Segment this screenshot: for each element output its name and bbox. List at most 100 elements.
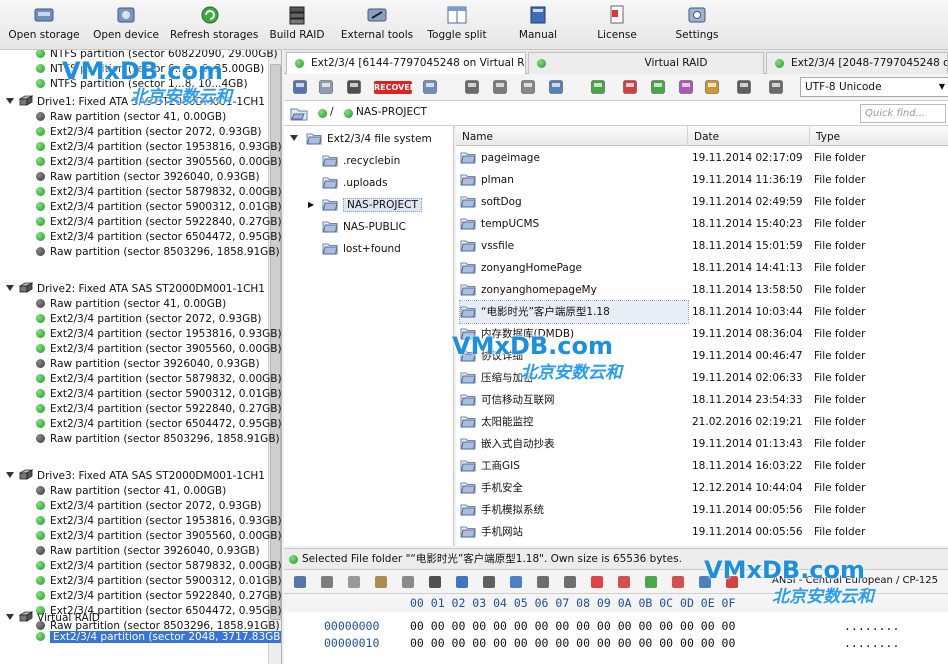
flag-icon[interactable] [589,574,605,590]
print-icon[interactable] [768,79,784,95]
build-raid-button[interactable]: Build RAID [257,4,337,41]
file-row[interactable]: 太阳能监控 21.02.2016 02:19:21 File folder [456,411,948,433]
file-row[interactable]: 手机网站 19.11.2014 00:05:56 File folder [456,521,948,543]
tree-partition[interactable]: Raw partition (sector 8503296, 1858.91GB… [36,432,280,447]
expand-arrow-icon[interactable] [6,472,14,478]
tree-virtual-raid[interactable]: Virtual RAID [0,611,100,626]
license-button[interactable]: License [577,4,657,41]
page2-icon[interactable] [670,574,686,590]
file-row[interactable]: tempUCMS 18.11.2014 15:40:23 File folder [456,213,948,235]
tree-partition[interactable]: Ext2/3/4 partition (sector 5900312, 0.01… [36,387,281,402]
folder-tree-item[interactable]: .uploads [322,173,388,193]
tree-partition[interactable]: Ext2/3/4 partition (sector 3905560, 0.00… [36,155,281,170]
tree-partition[interactable]: NTFS partition (sector 1...8, 10...4GB) [36,77,248,92]
tree-partition[interactable]: Ext2/3/4 partition (sector 5922840, 0.27… [36,589,281,604]
binoculars-icon[interactable] [427,574,443,590]
file-row[interactable]: vssfile 18.11.2014 15:01:59 File folder [456,235,948,257]
path-current[interactable]: NAS-PROJECT [356,106,427,118]
folder-tree[interactable]: Ext2/3/4 file system .recyclebin .uploads ▶… [284,126,454,546]
tree-partition[interactable]: Ext2/3/4 partition (sector 5922840, 0.27… [36,215,281,230]
settings-icon[interactable] [622,79,638,95]
folder-tree-item[interactable]: lost+found [322,239,401,259]
tree-partition[interactable]: Raw partition (sector 3926040, 0.93GB) [36,544,260,559]
copy-icon[interactable] [318,79,334,95]
export-icon[interactable] [643,574,659,590]
memory2-icon[interactable] [562,574,578,590]
tree-partition[interactable]: Raw partition (sector 41, 0.00GB) [36,110,226,125]
tree-partition[interactable]: Raw partition (sector 8503296, 1858.91GB… [36,245,280,260]
tree-partition[interactable]: Raw partition (sector 41, 0.00GB) [36,484,226,499]
refresh-storages-button[interactable]: Refresh storages [170,4,258,41]
tree-partition[interactable]: Ext2/3/4 partition (sector 2072, 0.93GB) [36,125,262,140]
tree-partition[interactable]: Ext2/3/4 partition (sector 1953816, 0.93… [36,514,281,529]
bookmark-icon[interactable] [508,574,524,590]
list-icon[interactable] [704,79,720,95]
encoding-select[interactable]: UTF-8 Unicode ▼ [800,77,948,97]
settings-button[interactable]: Settings [657,4,737,41]
tree-partition[interactable]: Ext2/3/4 partition (sector 5879832, 0.00… [36,185,281,200]
tree-partition[interactable]: NTFS partition (sector 6...2...6, 25.00G… [36,62,264,77]
file-list[interactable]: Name Date Type pageimage 19.11.2014 02:17… [456,126,948,546]
select-icon[interactable] [319,574,335,590]
folder-up-icon[interactable] [290,105,308,121]
file-row[interactable]: 可信移动互联网 18.11.2014 23:54:33 File folder [456,389,948,411]
back-icon[interactable] [464,79,480,95]
unknown-icon[interactable] [400,574,416,590]
tree-partition[interactable]: Ext2/3/4 partition (sector 3905560, 0.00… [36,342,281,357]
tree-partition[interactable]: Ext2/3/4 partition (sector 5879832, 0.00… [36,372,281,387]
tree-partition[interactable]: Ext2/3/4 partition (sector 1953816, 0.93… [36,327,281,342]
column-date[interactable]: Date [688,126,810,146]
tab[interactable]: Ext2/3/4 [2048-7797045248 on Vi [766,52,948,74]
quick-find-input[interactable]: Quick find... [860,104,946,123]
mark-icon[interactable] [590,79,606,95]
binoculars-icon[interactable] [346,79,362,95]
arrow-icon[interactable] [697,574,713,590]
save-icon[interactable] [292,79,308,95]
pen-icon[interactable] [724,574,740,590]
tree-partition[interactable]: Ext2/3/4 partition (sector 3905560, 0.00… [36,529,281,544]
folder-tree-item[interactable]: .recyclebin [322,151,400,171]
tree-partition[interactable]: Ext2/3/4 partition (sector 5879832, 0.00… [36,559,281,574]
tree-partition-selected[interactable]: Ext2/3/4 partition (sector 2048, 3717.83… [36,630,281,645]
panel-icon[interactable] [548,79,564,95]
copy-icon[interactable] [346,574,362,590]
file-row[interactable]: zonyanghomepageMy 18.11.2014 13:58:50 File… [456,279,948,301]
tab[interactable]: Ext2/3/4 [6144-7797045248 on Virtual R..… [286,52,526,74]
file-row[interactable]: softDog 19.11.2014 02:49:59 File folder [456,191,948,213]
page-icon[interactable] [616,574,632,590]
path-root[interactable]: / [330,106,334,118]
expand-arrow-icon[interactable] [290,135,298,141]
sphere-icon[interactable] [678,79,694,95]
file-row[interactable]: 压缩与加密 19.11.2014 02:06:33 File folder [456,367,948,389]
column-type[interactable]: Type [810,126,948,146]
tree-partition[interactable]: NTFS partition (sector 60822090, 29.00GB… [36,50,278,62]
tree-partition[interactable]: Ext2/3/4 partition (sector 5900312, 0.01… [36,574,281,589]
tree-partition[interactable]: Ext2/3/4 partition (sector 5922840, 0.27… [36,402,281,417]
expand-arrow-icon[interactable]: ▶ [308,195,314,215]
open-storage-button[interactable]: Open storage [4,4,84,41]
file-row[interactable]: 内存数据库(DMDB) 19.11.2014 08:36:04 File folde… [456,323,948,345]
storage-tree[interactable]: NTFS partition (sector 60822090, 29.00GB… [0,50,282,664]
external-tools-button[interactable]: External tools [337,4,417,41]
expand-arrow-icon[interactable] [6,614,14,620]
file-row[interactable]: 工商GIS 18.11.2014 16:03:22 File folder [456,455,948,477]
memory-icon[interactable] [535,574,551,590]
folder-tree-item[interactable]: ▶ NAS-PROJECT [308,195,422,215]
tab[interactable]: Virtual RAID [528,52,764,74]
tree-partition[interactable]: Raw partition (sector 3926040, 0.93GB) [36,170,260,185]
recover-button[interactable]: RECOVER [374,81,416,94]
tree-partition[interactable]: Ext2/3/4 partition (sector 5900312, 0.01… [36,200,281,215]
tree-partition[interactable]: Ext2/3/4 partition (sector 2072, 0.93GB) [36,312,262,327]
save-icon[interactable] [292,574,308,590]
manual-button[interactable]: Manual [498,4,578,41]
toggle-split-button[interactable]: Toggle split [417,4,497,41]
file-row[interactable]: 手机安全 12.12.2014 10:44:04 File folder [456,477,948,499]
tree-partition[interactable]: Ext2/3/4 partition (sector 2072, 0.93GB) [36,499,262,514]
tree-partition[interactable]: Ext2/3/4 partition (sector 6504472, 0.95… [36,230,281,245]
file-row[interactable]: 嵌入式自动抄表 19.11.2014 01:13:43 File folder [456,433,948,455]
export-icon[interactable] [650,79,666,95]
tree-partition[interactable]: Raw partition (sector 41, 0.00GB) [36,297,226,312]
back-icon[interactable] [454,574,470,590]
file-row[interactable]: “电影时光”客户端原型1.18 18.11.2014 10:03:44 File f… [456,300,948,324]
folder-icon[interactable] [422,79,438,95]
